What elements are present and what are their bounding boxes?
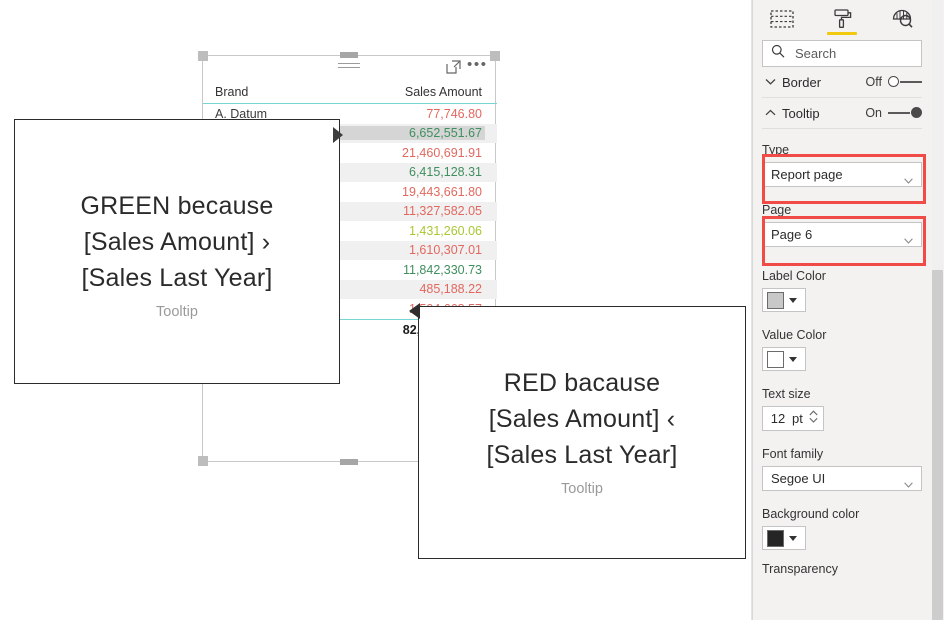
format-tab[interactable] [825, 2, 859, 36]
chevron-up-icon [762, 108, 778, 119]
callout-green-line-3: [Sales Last Year] [81, 264, 273, 292]
page-label: Page [762, 203, 792, 217]
cell-sales-amount: 19,443,661.80 [402, 184, 482, 199]
field-group-value-color: Value Color [762, 312, 922, 371]
callout-red-line-2: [Sales Amount] ‹ [488, 405, 676, 433]
border-toggle[interactable] [888, 75, 922, 89]
callout-green-line-2: [Sales Amount] › [83, 228, 271, 256]
format-pane-tabs [753, 0, 931, 38]
font-family-value: Segoe UI [771, 471, 826, 486]
caret-down-icon [789, 535, 797, 541]
cell-sales-amount: 6,652,551.67 [335, 126, 485, 141]
section-tooltip-label: Tooltip [782, 105, 820, 121]
field-group-type: Type Report page [762, 129, 922, 187]
type-dropdown[interactable]: Report page [762, 162, 922, 187]
value-color-swatch [767, 350, 784, 368]
search-box[interactable] [762, 40, 922, 67]
background-color-picker[interactable] [762, 526, 806, 550]
drag-grip-icon[interactable] [338, 63, 360, 70]
field-group-text-size: Text size 12 pt [762, 371, 922, 431]
field-group-page: Page Page 6 [762, 187, 922, 247]
background-color-swatch [767, 529, 784, 547]
resize-handle-bottom-left[interactable] [198, 456, 208, 466]
background-color-label: Background color [762, 507, 860, 521]
text-size-label: Text size [762, 387, 811, 401]
visual-header-bar: ••• [203, 56, 495, 80]
callout-red-label: Tooltip [561, 481, 603, 497]
page-value: Page 6 [771, 227, 813, 242]
resize-handle-top-center[interactable] [340, 52, 358, 58]
caret-down-icon [789, 297, 797, 303]
app-root: ••• Brand Sales Amount A. Datum 77,746.80… [0, 0, 944, 620]
type-label: Type [762, 143, 790, 157]
text-size-stepper[interactable]: 12 pt [762, 406, 824, 431]
type-value: Report page [771, 167, 843, 182]
field-group-background-color: Background color [762, 491, 922, 550]
field-group-font-family: Font family Segoe UI [762, 431, 922, 491]
resize-handle-top-left[interactable] [198, 51, 208, 61]
chevron-down-icon [904, 172, 913, 184]
transparency-label: Transparency [762, 562, 838, 576]
cell-sales-amount: 11,842,330.73 [402, 262, 482, 277]
format-pane-content: Border Off Tooltip On [753, 0, 931, 620]
callout-green-line-1: GREEN because [80, 192, 274, 220]
label-color-swatch [767, 291, 784, 309]
chevron-down-icon [904, 476, 913, 488]
cell-sales-amount: 77,746.80 [426, 106, 482, 121]
callout-green-tooltip: GREEN because [Sales Amount] › [Sales La… [14, 119, 340, 384]
resize-handle-top-right[interactable] [490, 51, 500, 61]
scrollbar-thumb[interactable] [932, 270, 943, 620]
focus-mode-icon[interactable] [446, 60, 461, 74]
font-family-label: Font family [762, 447, 824, 461]
report-canvas[interactable]: ••• Brand Sales Amount A. Datum 77,746.80… [0, 0, 752, 620]
cell-sales-amount: 11,327,582.05 [402, 204, 482, 219]
section-tooltip-state: On [865, 106, 882, 120]
section-tooltip[interactable]: Tooltip On [762, 98, 922, 129]
table-header-row: Brand Sales Amount [203, 80, 497, 104]
cell-sales-amount: 1,610,307.01 [409, 243, 482, 258]
stepper-arrows[interactable] [809, 410, 818, 423]
field-group-label-color: Label Color [762, 247, 922, 312]
search-icon [771, 44, 785, 63]
label-color-picker[interactable] [762, 288, 806, 312]
chevron-down-icon [809, 417, 818, 423]
chevron-up-icon [809, 410, 818, 416]
format-tab-selected-underline [827, 32, 857, 35]
more-options-icon[interactable]: ••• [467, 57, 486, 74]
hover-cursor-arrow [333, 127, 343, 143]
cell-sales-amount: 21,460,691.91 [402, 145, 482, 160]
format-pane-scroll-column [930, 0, 944, 620]
cell-sales-amount: 6,415,128.31 [409, 165, 482, 180]
column-header-sales-amount[interactable]: Sales Amount [335, 85, 485, 99]
section-border-label: Border [782, 74, 822, 90]
chevron-down-icon [762, 77, 778, 88]
callout-red-line-1: RED bacause [503, 369, 661, 397]
caret-down-icon [789, 356, 797, 362]
cell-sales-amount: 485,188.22 [419, 282, 482, 297]
callout-red-line-3: [Sales Last Year] [486, 441, 678, 469]
text-size-unit: pt [792, 411, 803, 426]
section-border[interactable]: Border Off [762, 67, 922, 98]
chevron-down-icon [904, 232, 913, 244]
page-dropdown[interactable]: Page 6 [762, 222, 922, 247]
format-pane: Border Off Tooltip On [752, 0, 944, 620]
callout-red-tooltip: RED bacause [Sales Amount] ‹ [Sales Last… [418, 306, 746, 559]
cell-sales-amount: 1,431,260.06 [409, 223, 482, 238]
fields-tab[interactable] [765, 2, 799, 36]
section-border-state: Off [865, 75, 882, 89]
analytics-tab[interactable] [885, 2, 919, 36]
text-size-value: 12 [770, 411, 786, 426]
label-color-label: Label Color [762, 269, 826, 283]
tooltip-toggle[interactable] [888, 106, 922, 120]
value-color-label: Value Color [762, 328, 827, 342]
search-input[interactable] [793, 45, 913, 62]
value-color-picker[interactable] [762, 347, 806, 371]
callout-green-label: Tooltip [156, 304, 198, 320]
column-header-brand[interactable]: Brand [215, 85, 335, 99]
font-family-dropdown[interactable]: Segoe UI [762, 466, 922, 491]
red-callout-pointer-arrow [409, 303, 420, 319]
resize-handle-bottom-center[interactable] [340, 459, 358, 465]
